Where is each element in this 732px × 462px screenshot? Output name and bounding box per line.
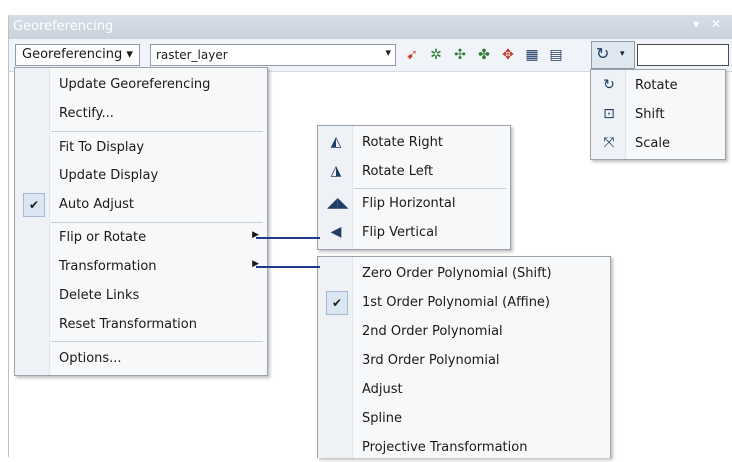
check-icon: ✔	[23, 193, 45, 217]
check-icon: ✔	[326, 291, 348, 315]
rotate-tool-menu: ↻ Rotate ⊡ Shift ⤧ Scale	[590, 69, 726, 160]
layer-dropdown-value: raster_layer	[156, 48, 228, 62]
rotate-tool-dropdown[interactable]: ↻ ▾	[591, 41, 635, 69]
rotate-icon: ↻	[603, 77, 615, 93]
menu-item-1st-order-polynomial[interactable]: ✔ 1st Order Polynomial (Affine)	[318, 289, 610, 317]
menu-item-update-display[interactable]: Update Display	[15, 162, 267, 190]
chevron-down-icon: ▾	[620, 49, 625, 59]
georeferencing-menu-button[interactable]: Georeferencing ▾	[15, 44, 140, 66]
menu-item-delete-links[interactable]: Delete Links	[15, 282, 267, 310]
scale-icon: ⤧	[603, 135, 615, 151]
flip-horizontal-icon: ◢◣	[327, 195, 349, 211]
menu-item-transformation[interactable]: Transformation ▶	[15, 253, 267, 281]
menu-item-adjust[interactable]: Adjust	[318, 376, 610, 404]
menu-item-rotate[interactable]: ↻ Rotate	[591, 72, 725, 100]
menu-separator	[51, 222, 263, 223]
menu-item-auto-adjust[interactable]: ✔ Auto Adjust	[15, 191, 267, 219]
menu-item-flip-horizontal[interactable]: ◢◣ Flip Horizontal	[318, 190, 510, 218]
menu-item-rotate-left[interactable]: ◮ Rotate Left	[318, 158, 510, 186]
window-title: Georeferencing	[13, 19, 114, 34]
menu-item-fit-to-display[interactable]: Fit To Display	[15, 134, 267, 162]
menu-item-projective-transformation[interactable]: Projective Transformation	[318, 434, 610, 462]
menu-item-rectify[interactable]: Rectify...	[15, 100, 267, 128]
menu-item-options[interactable]: Options...	[15, 345, 267, 373]
layer-dropdown[interactable]: raster_layer ▾	[150, 44, 396, 66]
flip-or-rotate-submenu: ◭ Rotate Right ◮ Rotate Left ◢◣ Flip Hor…	[317, 125, 511, 250]
rotate-right-icon: ◭	[330, 134, 342, 150]
georeferencing-menu: Update Georeferencing Rectify... Fit To …	[14, 67, 268, 376]
zoom-to-selected-link-icon[interactable]: ✤	[474, 46, 494, 64]
menu-item-scale[interactable]: ⤧ Scale	[591, 130, 725, 158]
delete-link-icon[interactable]: ✥	[498, 46, 518, 64]
transformation-submenu: Zero Order Polynomial (Shift) ✔ 1st Orde…	[317, 256, 611, 458]
menu-item-zero-order-polynomial[interactable]: Zero Order Polynomial (Shift)	[318, 260, 610, 288]
select-link-icon[interactable]: ✣	[450, 46, 470, 64]
rotate-icon: ↻	[596, 44, 610, 63]
submenu-connector-transformation	[256, 266, 320, 268]
menu-item-shift[interactable]: ⊡ Shift	[591, 101, 725, 129]
rotate-left-icon: ◮	[330, 163, 342, 179]
window-controls[interactable]: ▾ ✕	[693, 17, 725, 31]
view-link-table-icon[interactable]: ▦	[522, 46, 542, 64]
menu-separator	[51, 131, 263, 132]
menu-separator	[51, 341, 263, 342]
title-bar: Georeferencing ▾ ✕	[9, 15, 732, 40]
rotation-angle-input[interactable]	[637, 44, 729, 66]
menu-separator	[354, 188, 506, 189]
menu-item-update-georeferencing[interactable]: Update Georeferencing	[15, 71, 267, 99]
submenu-connector-flip	[256, 237, 320, 239]
menu-item-2nd-order-polynomial[interactable]: 2nd Order Polynomial	[318, 318, 610, 346]
add-control-points-icon[interactable]: ➹	[402, 46, 422, 64]
chevron-down-icon[interactable]: ▾	[385, 46, 391, 59]
menu-item-flip-vertical[interactable]: ◀ Flip Vertical	[318, 219, 510, 247]
menu-item-reset-transformation[interactable]: Reset Transformation	[15, 311, 267, 339]
flip-vertical-icon: ◀	[330, 224, 342, 240]
menu-item-spline[interactable]: Spline	[318, 405, 610, 433]
view-layer-info-icon[interactable]: ▤	[546, 46, 566, 64]
shift-icon: ⊡	[603, 106, 615, 122]
menu-item-rotate-right[interactable]: ◭ Rotate Right	[318, 129, 510, 157]
menu-item-3rd-order-polynomial[interactable]: 3rd Order Polynomial	[318, 347, 610, 375]
auto-registration-icon[interactable]: ✲	[426, 46, 446, 64]
menu-item-flip-or-rotate[interactable]: Flip or Rotate ▶	[15, 224, 267, 252]
